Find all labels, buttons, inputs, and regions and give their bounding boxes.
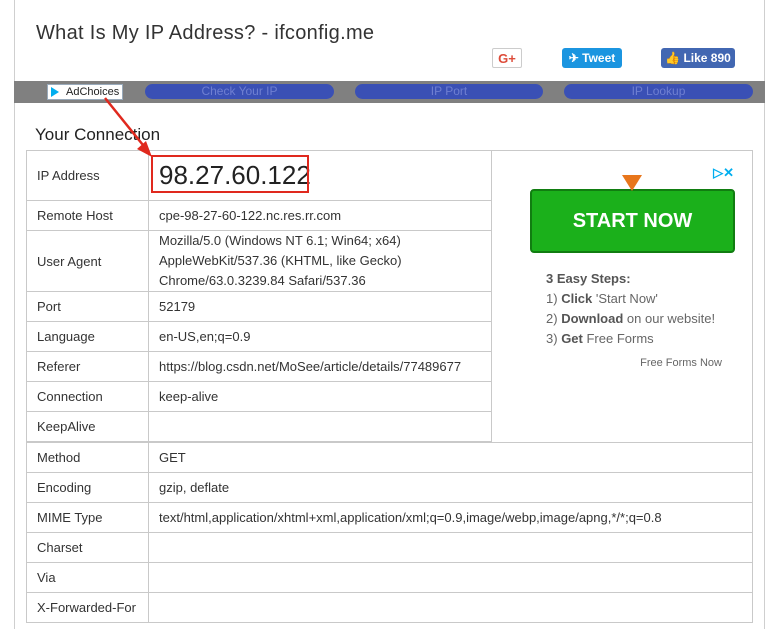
annotation-arrow (104, 97, 152, 157)
arrow-head (137, 141, 152, 157)
arrow-line (104, 97, 148, 151)
